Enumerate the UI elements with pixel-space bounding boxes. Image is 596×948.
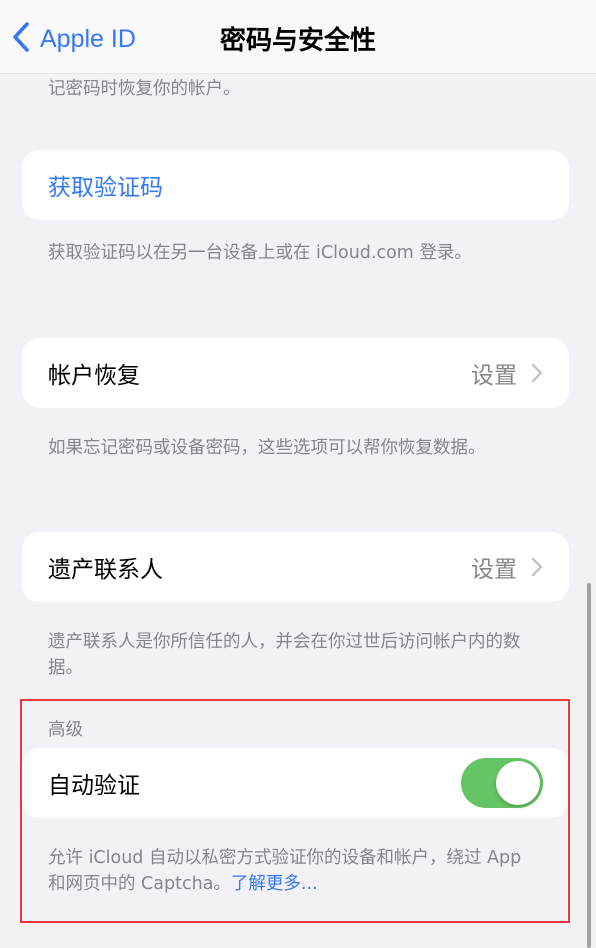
auto-verification-label: 自动验证 [48,773,140,799]
legacy-contact-footer: 遗产联系人是你所信任的人，并会在你过世后访问帐户内的数据。 [48,632,521,678]
auto-verification-cell: 自动验证 [22,748,569,818]
account-recovery-footer: 如果忘记密码或设备密码，这些选项可以帮你恢复数据。 [48,438,486,458]
toggle-knob [496,761,540,805]
account-recovery-label: 帐户恢复 [48,363,140,389]
navigation-bar: Apple ID 密码与安全性 [0,0,596,74]
legacy-contact-label: 遗产联系人 [48,557,163,583]
section-footer-partial: 记密码时恢复你的帐户。 [48,79,241,99]
advanced-section-header: 高级 [48,720,83,740]
legacy-contact-cell[interactable]: 遗产联系人 设置 [22,532,569,602]
get-verification-code-label: 获取验证码 [48,175,163,201]
verification-footer: 获取验证码以在另一台设备上或在 iCloud.com 登录。 [48,243,472,263]
scrollbar[interactable] [587,583,591,948]
page-title: 密码与安全性 [219,26,376,56]
account-recovery-value: 设置 [471,363,517,389]
screen: Apple ID 密码与安全性 记密码时恢复你的帐户。 获取验证码 获取验证码以… [0,0,596,948]
learn-more-link[interactable]: 了解更多... [231,874,318,894]
auto-verification-toggle[interactable] [461,758,543,808]
account-recovery-cell[interactable]: 帐户恢复 设置 [22,338,569,408]
advanced-footer: 允许 iCloud 自动以私密方式验证你的设备和帐户，绕过 App 和网页中的 … [48,845,543,897]
legacy-contact-value: 设置 [471,557,517,583]
chevron-right-icon [531,557,543,577]
get-verification-code-cell[interactable]: 获取验证码 [22,150,569,220]
chevron-right-icon [531,363,543,383]
